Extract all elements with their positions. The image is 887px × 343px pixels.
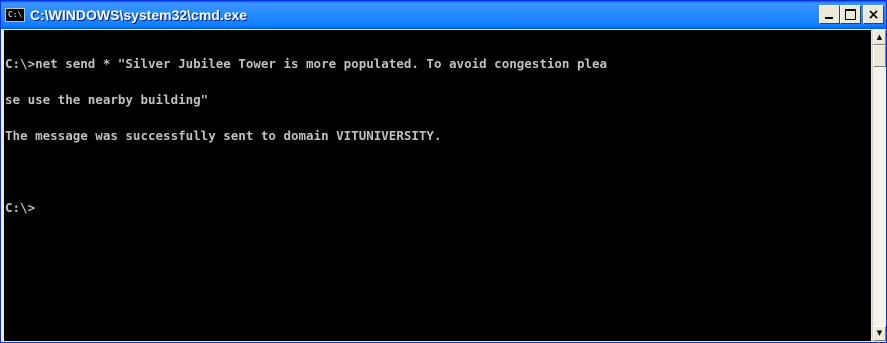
vertical-scrollbar[interactable]: ▲ ▼	[872, 30, 886, 341]
window-title: C:\WINDOWS\system32\cmd.exe	[30, 7, 248, 23]
minimize-button[interactable]	[819, 5, 840, 24]
console-prompt: C:\>	[5, 200, 36, 215]
console-line: The message was successfully sent to dom…	[5, 128, 442, 143]
cmd-icon-text: C:\	[7, 10, 23, 19]
title-bar[interactable]: C:\ C:\WINDOWS\system32\cmd.exe ×	[1, 1, 886, 29]
window-controls: ×	[819, 5, 884, 24]
arrow-down-icon: ▼	[876, 329, 883, 337]
scroll-up-button[interactable]: ▲	[873, 30, 886, 45]
cmd-icon[interactable]: C:\	[5, 8, 25, 22]
cmd-window: C:\ C:\WINDOWS\system32\cmd.exe × C:\>ne…	[0, 0, 887, 343]
arrow-up-icon: ▲	[876, 33, 883, 41]
console-output: C:\>net send * "Silver Jubilee Tower is …	[4, 30, 871, 238]
console-line: se use the nearby building"	[5, 92, 209, 107]
scroll-down-button[interactable]: ▼	[873, 326, 886, 341]
close-button[interactable]: ×	[863, 5, 884, 24]
close-icon: ×	[867, 6, 880, 23]
maximize-button[interactable]	[840, 5, 861, 24]
console-area[interactable]: C:\>net send * "Silver Jubilee Tower is …	[4, 30, 871, 341]
console-line: C:\>net send * "Silver Jubilee Tower is …	[5, 56, 608, 71]
scroll-thumb[interactable]	[873, 45, 886, 67]
